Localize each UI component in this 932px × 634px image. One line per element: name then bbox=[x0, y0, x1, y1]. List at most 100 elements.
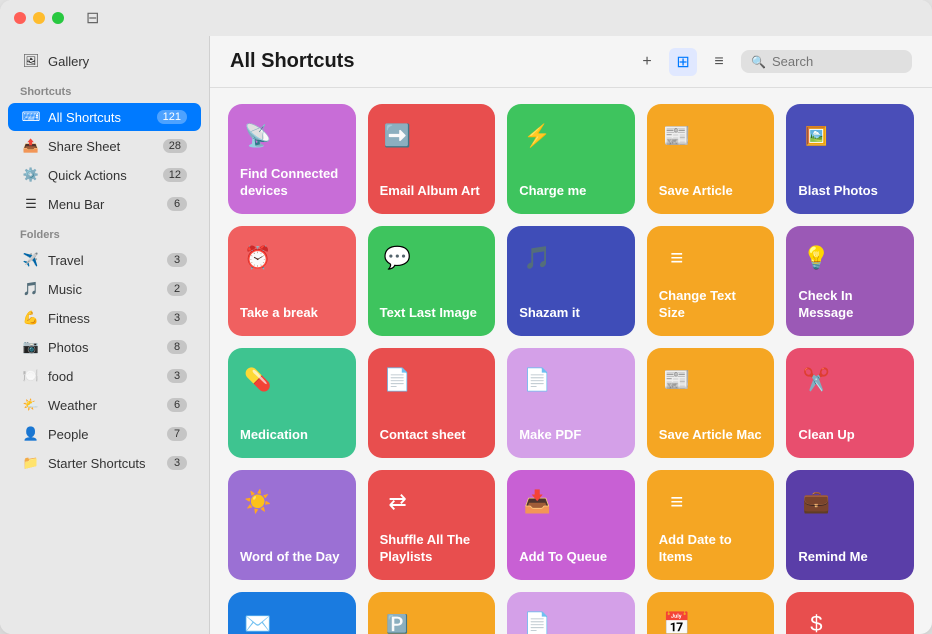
change-text-size-icon: ≡ bbox=[659, 240, 695, 276]
sidebar-item-starter-shortcuts[interactable]: 📁 Starter Shortcuts 3 bbox=[8, 449, 201, 477]
shortcut-card-remind-me[interactable]: 💼Remind Me bbox=[786, 470, 914, 580]
shortcut-card-sort-lines[interactable]: 📄Sort Lines bbox=[507, 592, 635, 634]
shortcut-card-gas-street[interactable]: 🅿️Gas On This Street bbox=[368, 592, 496, 634]
photos-badge: 8 bbox=[167, 340, 187, 354]
shortcut-card-charge-me[interactable]: ⚡Charge me bbox=[507, 104, 635, 214]
sidebar-item-music[interactable]: 🎵 Music 2 bbox=[8, 275, 201, 303]
shortcuts-grid: 📡Find Connected devices➡️Email Album Art… bbox=[228, 104, 914, 634]
list-view-button[interactable]: ≡ bbox=[705, 48, 733, 76]
all-shortcuts-badge: 121 bbox=[157, 110, 187, 124]
shortcut-card-how-many-days[interactable]: 📅How Many Days Until bbox=[647, 592, 775, 634]
change-text-size-label: Change Text Size bbox=[659, 288, 763, 322]
all-shortcuts-label: All Shortcuts bbox=[48, 110, 121, 125]
people-icon: 👤 bbox=[22, 425, 40, 443]
sidebar-item-travel[interactable]: ✈️ Travel 3 bbox=[8, 246, 201, 274]
travel-badge: 3 bbox=[167, 253, 187, 267]
save-article-icon: 📰 bbox=[659, 118, 695, 154]
share-sheet-label: Share Sheet bbox=[48, 139, 120, 154]
sidebar-item-share-sheet[interactable]: 📤 Share Sheet 28 bbox=[8, 132, 201, 160]
shortcut-card-contact-sheet[interactable]: 📄Contact sheet bbox=[368, 348, 496, 458]
sidebar-item-all-shortcuts[interactable]: ⌨ All Shortcuts 121 bbox=[8, 103, 201, 131]
titlebar: ⊟ bbox=[0, 0, 932, 36]
music-label: Music bbox=[48, 282, 82, 297]
menu-bar-badge: 6 bbox=[167, 197, 187, 211]
medication-icon: 💊 bbox=[240, 362, 276, 398]
find-connected-label: Find Connected devices bbox=[240, 166, 344, 200]
remind-me-label: Remind Me bbox=[798, 549, 902, 566]
shortcut-card-make-pdf[interactable]: 📄Make PDF bbox=[507, 348, 635, 458]
save-article-mac-label: Save Article Mac bbox=[659, 427, 763, 444]
sidebar-item-fitness[interactable]: 💪 Fitness 3 bbox=[8, 304, 201, 332]
grid-view-button[interactable]: ⊞ bbox=[669, 48, 697, 76]
people-badge: 7 bbox=[167, 427, 187, 441]
shortcut-card-medication[interactable]: 💊 Medication bbox=[228, 348, 356, 458]
search-box: 🔍 bbox=[741, 50, 912, 73]
weather-label: Weather bbox=[48, 398, 97, 413]
sidebar-item-food[interactable]: 🍽️ food 3 bbox=[8, 362, 201, 390]
sidebar-item-people[interactable]: 👤 People 7 bbox=[8, 420, 201, 448]
music-icon: 🎵 bbox=[22, 280, 40, 298]
shortcut-card-text-last-image[interactable]: 💬Text Last Image bbox=[368, 226, 496, 336]
save-article-mac-icon: 📰 bbox=[659, 362, 695, 398]
shortcut-card-add-to-queue[interactable]: 📥Add To Queue bbox=[507, 470, 635, 580]
shortcut-card-calculate-tip[interactable]: $Calculate Tip bbox=[786, 592, 914, 634]
shortcut-card-add-date-items[interactable]: ≡ Add Date to Items bbox=[647, 470, 775, 580]
quick-actions-badge: 12 bbox=[163, 168, 187, 182]
shortcut-card-take-break[interactable]: ⏰Take a break bbox=[228, 226, 356, 336]
people-label: People bbox=[48, 427, 88, 442]
shortcut-card-shuffle-playlists[interactable]: ⇄Shuffle All The Playlists bbox=[368, 470, 496, 580]
medication-label: Medication bbox=[240, 427, 344, 444]
clean-up-icon: ✂️ bbox=[798, 362, 834, 398]
starter-shortcuts-icon: 📁 bbox=[22, 454, 40, 472]
take-break-label: Take a break bbox=[240, 305, 344, 322]
calculate-tip-icon: $ bbox=[798, 606, 834, 634]
add-button[interactable]: + bbox=[633, 48, 661, 76]
shortcut-card-find-connected[interactable]: 📡Find Connected devices bbox=[228, 104, 356, 214]
email-myself-icon: ✉️ bbox=[240, 606, 276, 634]
all-shortcuts-icon: ⌨ bbox=[22, 108, 40, 126]
main-content: All Shortcuts + ⊞ ≡ 🔍 📡Find Connected de… bbox=[210, 36, 932, 634]
close-button[interactable] bbox=[14, 12, 26, 24]
travel-icon: ✈️ bbox=[22, 251, 40, 269]
shortcut-card-change-text-size[interactable]: ≡ Change Text Size bbox=[647, 226, 775, 336]
add-date-items-icon: ≡ bbox=[659, 484, 695, 520]
photos-label: Photos bbox=[48, 340, 88, 355]
sidebar-item-menu-bar[interactable]: ☰ Menu Bar 6 bbox=[8, 190, 201, 218]
sidebar: 🖼 Gallery Shortcuts ⌨ All Shortcuts 121 … bbox=[0, 36, 210, 634]
text-last-image-icon: 💬 bbox=[380, 240, 416, 276]
shuffle-playlists-icon: ⇄ bbox=[380, 484, 416, 520]
fitness-label: Fitness bbox=[48, 311, 90, 326]
sidebar-item-weather[interactable]: 🌤️ Weather 6 bbox=[8, 391, 201, 419]
add-date-items-label: Add Date to Items bbox=[659, 532, 763, 566]
main-header: All Shortcuts + ⊞ ≡ 🔍 bbox=[210, 36, 932, 88]
blast-photos-label: Blast Photos bbox=[798, 183, 902, 200]
shortcut-card-shazam-it[interactable]: 🎵Shazam it bbox=[507, 226, 635, 336]
blast-photos-icon: 🖼️ bbox=[798, 118, 834, 154]
travel-label: Travel bbox=[48, 253, 84, 268]
shortcut-card-blast-photos[interactable]: 🖼️ Blast Photos bbox=[786, 104, 914, 214]
fitness-icon: 💪 bbox=[22, 309, 40, 327]
sidebar-item-gallery[interactable]: 🖼 Gallery bbox=[8, 47, 201, 75]
content-area: 🖼 Gallery Shortcuts ⌨ All Shortcuts 121 … bbox=[0, 36, 932, 634]
shortcut-card-email-myself[interactable]: ✉️Email Myself bbox=[228, 592, 356, 634]
shortcut-card-word-of-day[interactable]: ☀️Word of the Day bbox=[228, 470, 356, 580]
maximize-button[interactable] bbox=[52, 12, 64, 24]
fitness-badge: 3 bbox=[167, 311, 187, 325]
shortcut-card-save-article[interactable]: 📰Save Article bbox=[647, 104, 775, 214]
check-in-message-icon: 💡 bbox=[798, 240, 834, 276]
how-many-days-icon: 📅 bbox=[659, 606, 695, 634]
search-icon: 🔍 bbox=[751, 55, 766, 69]
email-album-icon: ➡️ bbox=[380, 118, 416, 154]
search-input[interactable] bbox=[772, 54, 902, 69]
shortcut-card-email-album[interactable]: ➡️Email Album Art bbox=[368, 104, 496, 214]
shortcut-card-check-in-message[interactable]: 💡Check In Message bbox=[786, 226, 914, 336]
shortcut-card-clean-up[interactable]: ✂️Clean Up bbox=[786, 348, 914, 458]
sidebar-toggle-button[interactable]: ⊟ bbox=[86, 8, 99, 28]
make-pdf-icon: 📄 bbox=[519, 362, 555, 398]
sidebar-item-quick-actions[interactable]: ⚙️ Quick Actions 12 bbox=[8, 161, 201, 189]
shortcut-card-save-article-mac[interactable]: 📰 Save Article Mac bbox=[647, 348, 775, 458]
gallery-label: Gallery bbox=[48, 54, 89, 69]
minimize-button[interactable] bbox=[33, 12, 45, 24]
sidebar-item-photos[interactable]: 📷 Photos 8 bbox=[8, 333, 201, 361]
shazam-it-label: Shazam it bbox=[519, 305, 623, 322]
